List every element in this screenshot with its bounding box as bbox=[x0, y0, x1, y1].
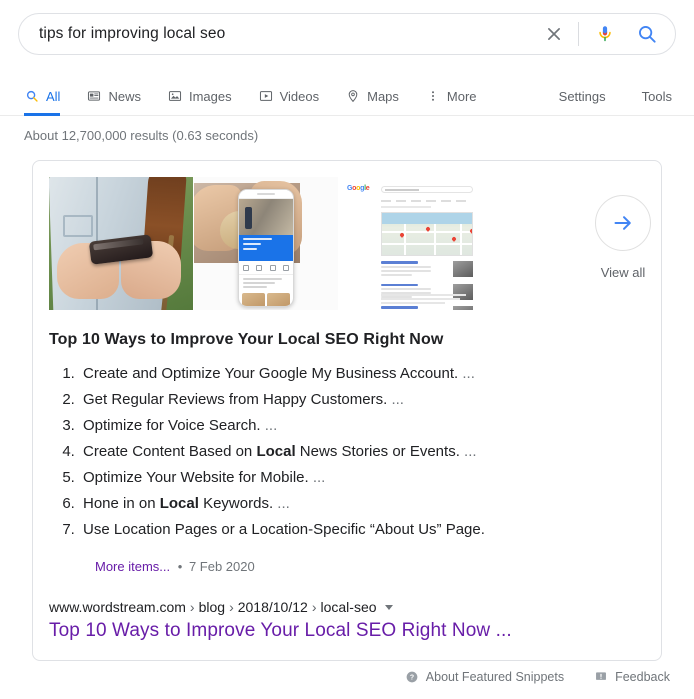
tab-videos-label: Videos bbox=[279, 88, 320, 104]
snippet-item-text: Create and Optimize Your Google My Busin… bbox=[83, 365, 459, 382]
svg-text:?: ? bbox=[410, 675, 414, 682]
breadcrumb-crumb-1: blog bbox=[198, 599, 226, 615]
snippet-item-ellipsis: ... bbox=[260, 417, 278, 434]
snippet-item-highlight: Local bbox=[159, 495, 199, 512]
tab-images[interactable]: Images bbox=[167, 76, 232, 116]
microphone-icon[interactable] bbox=[593, 21, 617, 47]
nav-right-links: Settings Tools bbox=[523, 76, 672, 116]
search-magnifier-icon[interactable] bbox=[635, 22, 659, 46]
snippet-thumbnail[interactable]: Google bbox=[339, 177, 483, 310]
news-icon bbox=[86, 88, 102, 104]
more-dots-icon bbox=[425, 88, 441, 104]
snippet-footer: ? About Featured Snippets Feedback bbox=[375, 670, 670, 684]
snippet-thumbnail[interactable] bbox=[49, 177, 193, 310]
tab-all-label: All bbox=[46, 88, 61, 104]
question-mark-circle-icon: ? bbox=[405, 670, 419, 684]
tab-news[interactable]: News bbox=[86, 76, 141, 116]
tab-more-label: More bbox=[446, 88, 477, 104]
search-bar-container bbox=[18, 13, 676, 55]
date-separator: • bbox=[177, 559, 183, 574]
featured-snippet-card: Google View all Top 10 Ways to Improve Y… bbox=[32, 160, 662, 661]
image-icon bbox=[167, 88, 183, 104]
snippet-item-text: Optimize for Voice Search. bbox=[83, 417, 261, 434]
snippet-item-text: Use Location Pages or a Location-Specifi… bbox=[83, 521, 485, 538]
snippet-list: Create and Optimize Your Google My Busin… bbox=[49, 361, 485, 543]
breadcrumb-domain: www.wordstream.com bbox=[49, 599, 186, 615]
snippet-thumbnail-strip: Google bbox=[49, 177, 483, 310]
view-all-label: View all bbox=[600, 265, 646, 280]
snippet-item-text: News Stories or Events. bbox=[295, 443, 460, 460]
breadcrumb: www.wordstream.com › blog › 2018/10/12 ›… bbox=[49, 599, 393, 615]
snippet-title: Top 10 Ways to Improve Your Local SEO Ri… bbox=[49, 331, 444, 348]
snippet-item-text: Create Content Based on bbox=[83, 443, 257, 460]
arrow-right-icon bbox=[595, 195, 651, 251]
video-icon bbox=[258, 88, 274, 104]
settings-link[interactable]: Settings bbox=[559, 89, 606, 104]
nav-tabs: All News Images Videos Maps More bbox=[24, 76, 503, 116]
more-items-link[interactable]: More items... bbox=[95, 559, 170, 574]
tab-all[interactable]: All bbox=[24, 76, 61, 116]
snippet-item-text: Get Regular Reviews from Happy Customers… bbox=[83, 391, 388, 408]
snippet-item-ellipsis: ... bbox=[459, 443, 477, 460]
snippet-item-text: Optimize Your Website for Mobile. bbox=[83, 469, 309, 486]
tab-maps-label: Maps bbox=[367, 88, 399, 104]
snippet-item-text: Keywords. bbox=[198, 495, 274, 512]
snippet-item-ellipsis: ... bbox=[387, 391, 404, 408]
about-featured-snippets-link[interactable]: ? About Featured Snippets bbox=[405, 670, 564, 684]
snippet-item-highlight: Local bbox=[256, 443, 296, 460]
snippet-item-ellipsis: ... bbox=[273, 495, 290, 512]
view-all-button[interactable]: View all bbox=[559, 195, 687, 280]
breadcrumb-separator: › bbox=[311, 599, 317, 615]
search-icon bbox=[24, 88, 40, 104]
result-stats: About 12,700,000 results (0.63 seconds) bbox=[24, 128, 259, 143]
tab-news-label: News bbox=[108, 88, 141, 104]
search-nav-bar: All News Images Videos Maps More Setting… bbox=[0, 76, 694, 116]
search-input[interactable] bbox=[37, 24, 541, 44]
about-featured-snippets-label: About Featured Snippets bbox=[425, 670, 565, 684]
breadcrumb-crumb-3: local-seo bbox=[320, 599, 377, 615]
snippet-list-item: Create Content Based on Local News Stori… bbox=[79, 439, 485, 465]
feedback-label: Feedback bbox=[615, 670, 670, 684]
snippet-item-text: Hone in on bbox=[83, 495, 160, 512]
snippet-list-item: Create and Optimize Your Google My Busin… bbox=[79, 361, 485, 387]
tab-videos[interactable]: Videos bbox=[258, 76, 320, 116]
search-bar[interactable] bbox=[18, 13, 676, 55]
chevron-down-icon[interactable] bbox=[384, 604, 393, 610]
tab-maps[interactable]: Maps bbox=[345, 76, 399, 116]
tools-link[interactable]: Tools bbox=[642, 89, 672, 104]
breadcrumb-crumb-2: 2018/10/12 bbox=[237, 599, 308, 615]
close-x-icon[interactable] bbox=[541, 21, 567, 47]
result-title-link[interactable]: Top 10 Ways to Improve Your Local SEO Ri… bbox=[49, 620, 512, 642]
snippet-date: 7 Feb 2020 bbox=[188, 559, 255, 574]
more-items-row: More items... • 7 Feb 2020 bbox=[95, 559, 255, 574]
snippet-item-ellipsis: ... bbox=[308, 469, 326, 486]
breadcrumb-separator: › bbox=[229, 599, 234, 615]
tab-images-label: Images bbox=[188, 88, 232, 104]
feedback-flag-icon bbox=[594, 670, 608, 684]
snippet-list-item: Optimize for Voice Search. ... bbox=[79, 413, 485, 439]
map-pin-icon bbox=[345, 88, 361, 104]
snippet-list-item: Get Regular Reviews from Happy Customers… bbox=[79, 387, 485, 413]
feedback-link[interactable]: Feedback bbox=[594, 670, 670, 684]
tab-more[interactable]: More bbox=[425, 76, 477, 116]
snippet-thumbnail[interactable] bbox=[194, 177, 338, 310]
breadcrumb-separator: › bbox=[189, 599, 195, 615]
search-divider bbox=[578, 22, 579, 46]
snippet-item-ellipsis: ... bbox=[458, 365, 475, 382]
snippet-list-item: Hone in on Local Keywords. ... bbox=[79, 491, 485, 517]
snippet-list-item: Optimize Your Website for Mobile. ... bbox=[79, 465, 485, 491]
snippet-list-item: Use Location Pages or a Location-Specifi… bbox=[79, 517, 485, 543]
